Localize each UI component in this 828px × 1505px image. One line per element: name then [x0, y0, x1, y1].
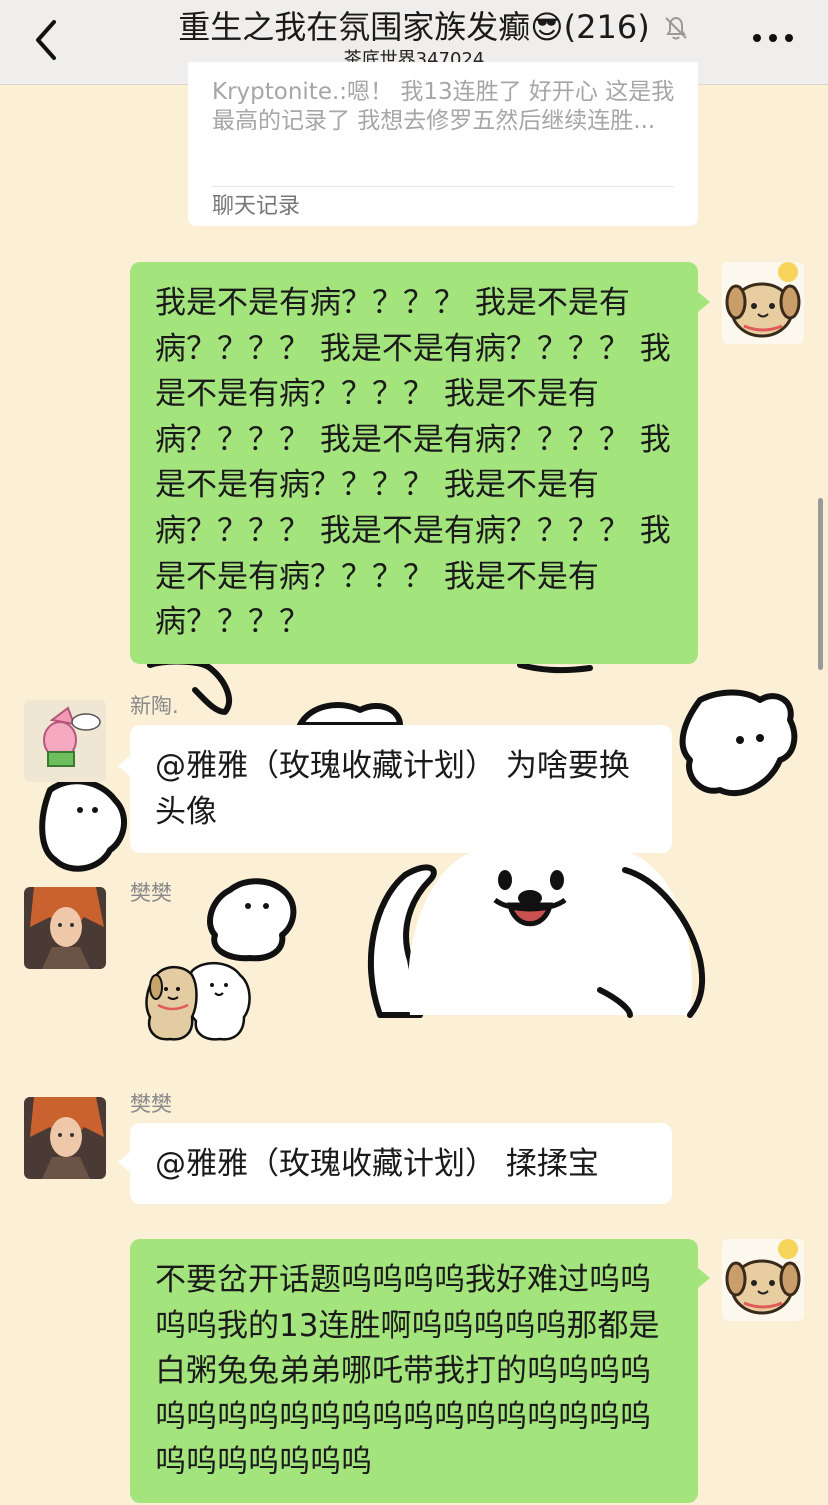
more-icon[interactable]	[748, 22, 798, 52]
message-bubble-self[interactable]: 我是不是有病？？？？ 我是不是有病？？？？ 我是不是有病？？？？ 我是不是有病？…	[130, 262, 698, 664]
avatar-self[interactable]	[722, 262, 804, 344]
message-bubble-other[interactable]: @雅雅（玫瑰收藏计划） 为啥要换头像	[130, 725, 672, 853]
chevron-left-icon[interactable]	[26, 18, 66, 62]
sender-name: 樊樊	[130, 1092, 172, 1116]
avatar-fanfan[interactable]	[24, 887, 106, 969]
sender-name: 樊樊	[130, 881, 172, 905]
bubble-tail	[118, 1152, 130, 1172]
message-bubble-other[interactable]: @雅雅（玫瑰收藏计划） 揉揉宝	[130, 1123, 672, 1204]
chat-record-card[interactable]: Kryptonite.:嗯！ 我13连胜了 好开心 这是我最高的记录了 我想去修…	[188, 62, 698, 226]
chat-title: 重生之我在氛围家族发癫😎(216)	[178, 8, 650, 46]
message-bubble-self[interactable]: 不要岔开话题呜呜呜呜我好难过呜呜呜呜我的13连胜啊呜呜呜呜呜那都是白粥兔兔弟弟哪…	[130, 1239, 698, 1503]
avatar-self[interactable]	[722, 1239, 804, 1321]
chat-record-label: 聊天记录	[212, 194, 301, 219]
sender-name: 新陶.	[130, 694, 179, 718]
scrollbar[interactable]	[818, 498, 823, 670]
avatar-fanfan[interactable]	[24, 1097, 106, 1179]
chat-record-preview: Kryptonite.:嗯！ 我13连胜了 好开心 这是我最高的记录了 我想去修…	[212, 79, 675, 134]
bubble-tail	[698, 1268, 710, 1288]
divider	[212, 186, 674, 187]
bubble-tail	[118, 756, 130, 776]
dog-sticker[interactable]	[140, 955, 260, 1045]
mute-bell-icon	[665, 16, 687, 40]
avatar-xintao[interactable]	[24, 700, 106, 782]
bubble-tail	[698, 292, 710, 312]
